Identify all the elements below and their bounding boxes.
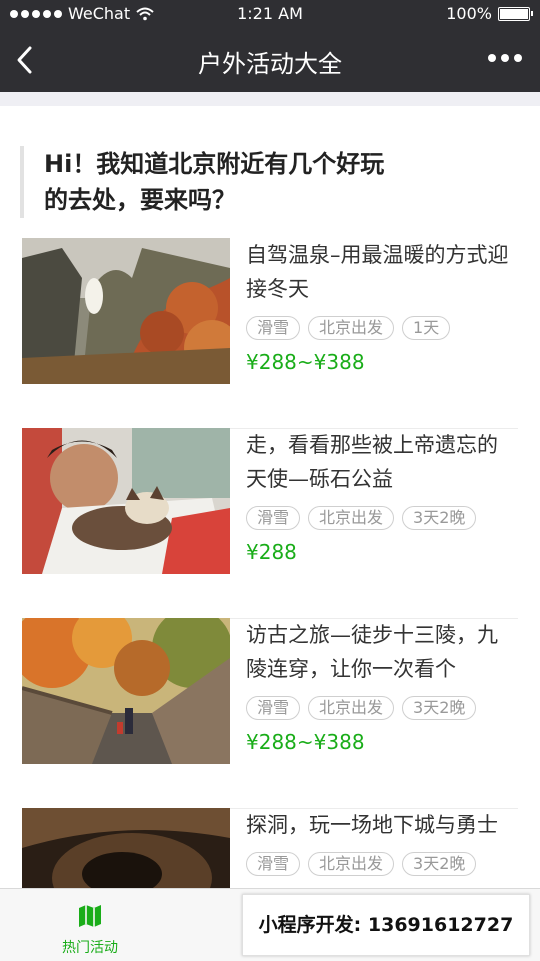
activity-image — [22, 428, 230, 574]
activity-title: 自驾温泉–用最温暖的方式迎接冬天 — [246, 243, 509, 301]
tag: 3天2晚 — [402, 696, 477, 720]
activity-price: ¥288~¥388 — [246, 350, 365, 374]
tag: 滑雪 — [246, 696, 301, 720]
intro-line-2: 的去处，要来吗？ — [44, 186, 236, 214]
tag: 北京出发 — [308, 852, 395, 876]
list-item[interactable]: 探洞，玩一场地下城与勇士 滑雪 北京出发 3天2晚 — [22, 808, 518, 888]
activity-price: ¥288~¥388 — [246, 730, 365, 754]
list-item[interactable]: 访古之旅—徒步十三陵，九陵连穿，让你一次看个 滑雪 北京出发 3天2晚 ¥288… — [22, 618, 518, 809]
nav-bar: 户外活动大全 — [0, 28, 540, 92]
tag-list: 滑雪 北京出发 3天2晚 — [246, 852, 477, 876]
tag: 3天2晚 — [402, 506, 477, 530]
list-item[interactable]: 走，看看那些被上帝遗忘的天使—砾石公益 滑雪 北京出发 3天2晚 ¥288 — [22, 428, 518, 619]
activity-price: ¥288 — [246, 540, 297, 564]
tag: 北京出发 — [308, 316, 395, 340]
tab-label: 热门活动 — [62, 940, 118, 956]
intro-heading: Hi！我知道北京附近有几个好玩 的去处，要来吗？ — [20, 146, 510, 218]
activity-card: Hi！我知道北京附近有几个好玩 的去处，要来吗？ 自驾温泉–用最温暖的方式迎接冬… — [0, 106, 540, 888]
tag: 滑雪 — [246, 316, 301, 340]
list-item[interactable]: 自驾温泉–用最温暖的方式迎接冬天 滑雪 北京出发 1天 ¥288~¥388 — [22, 238, 518, 429]
tag: 3天2晚 — [402, 852, 477, 876]
activity-title: 访古之旅—徒步十三陵，九陵连穿，让你一次看个 — [246, 623, 498, 681]
tag: 北京出发 — [308, 506, 395, 530]
activity-title: 走，看看那些被上帝遗忘的天使—砾石公益 — [246, 433, 498, 491]
main-content: Hi！我知道北京附近有几个好玩 的去处，要来吗？ 自驾温泉–用最温暖的方式迎接冬… — [0, 92, 540, 888]
tab-hot-activities[interactable]: 热门活动 — [0, 889, 180, 961]
more-dots-icon[interactable] — [488, 54, 522, 62]
tag: 1天 — [402, 316, 451, 340]
activity-image — [22, 808, 230, 888]
developer-banner: 小程序开发: 13691612727 — [242, 894, 530, 956]
page-title: 户外活动大全 — [198, 50, 342, 78]
tag-list: 滑雪 北京出发 3天2晚 — [246, 506, 477, 530]
tag-list: 滑雪 北京出发 1天 — [246, 316, 451, 340]
tag: 滑雪 — [246, 506, 301, 530]
status-bar: WeChat 1:21 AM 100% — [0, 0, 540, 28]
battery-icon — [498, 6, 533, 21]
activity-image — [22, 618, 230, 764]
tag: 北京出发 — [308, 696, 395, 720]
tag-list: 滑雪 北京出发 3天2晚 — [246, 696, 477, 720]
activity-image — [22, 238, 230, 384]
map-icon — [79, 905, 101, 927]
battery-group: 100% — [446, 4, 533, 23]
tag: 滑雪 — [246, 852, 301, 876]
intro-line-1: Hi！我知道北京附近有几个好玩 — [44, 150, 385, 178]
battery-percent: 100% — [446, 4, 492, 23]
